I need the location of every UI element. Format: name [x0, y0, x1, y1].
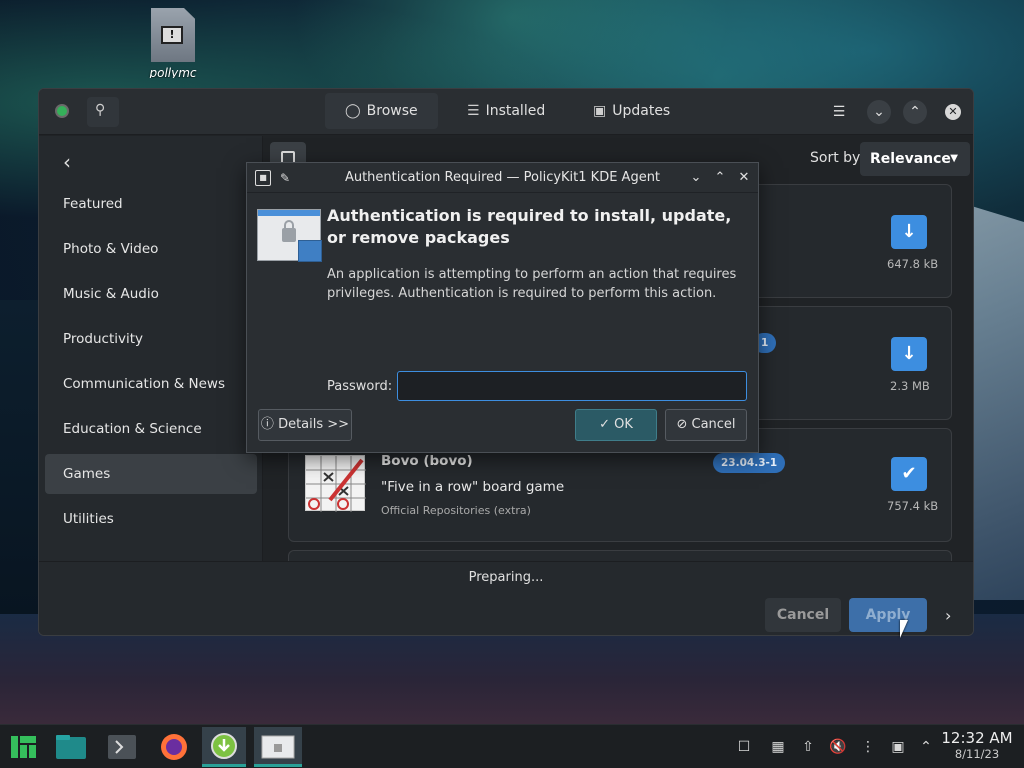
search-icon: ⚲ [95, 102, 106, 118]
dialog-maximize-button[interactable]: ⌃ [710, 168, 730, 188]
back-arrow-icon[interactable]: ‹ [63, 150, 71, 174]
app-launcher-button[interactable] [2, 727, 46, 767]
taskbar-file-manager[interactable] [50, 727, 94, 767]
usb-icon[interactable]: ⋮ [858, 737, 878, 757]
firefox-icon [161, 734, 187, 760]
mouse-cursor [900, 620, 908, 638]
sort-label: Sort by [810, 150, 861, 166]
cancel-button[interactable]: Cancel [765, 598, 841, 632]
sidebar-item-utilities[interactable]: Utilities [45, 499, 257, 539]
globe-icon: ◯ [345, 103, 361, 119]
clock-date: 8/11/23 [954, 747, 1000, 761]
download-arrow-icon: ↓ [901, 343, 917, 364]
sidebar-item-education[interactable]: Education & Science [45, 409, 257, 449]
download-button[interactable]: ↓ [891, 215, 927, 249]
checkmark-icon: ✔ [901, 463, 917, 484]
app-logo-icon [55, 104, 69, 118]
status-text: Preparing... [468, 570, 544, 585]
clipboard-icon[interactable]: ▦ [768, 737, 788, 757]
folder-icon: ▣ [593, 103, 607, 119]
dialog-titlebar: ■ ✎ Authentication Required — PolicyKit1… [247, 163, 758, 193]
sidebar-item-games[interactable]: Games [45, 454, 257, 494]
sort-dropdown[interactable]: Relevance ▼ [860, 142, 970, 176]
dialog-heading: Authentication is required to install, u… [327, 206, 732, 247]
installed-check-button[interactable]: ✔ [891, 457, 927, 491]
download-button[interactable]: ↓ [891, 337, 927, 371]
taskbar-auth-agent[interactable] [254, 727, 302, 767]
progress-footer: Preparing... Cancel Apply › [39, 561, 973, 635]
cancel-icon: ⊘ [676, 417, 688, 432]
minimize-button[interactable]: ⌄ [867, 100, 891, 124]
package-size: 647.8 kB [887, 257, 939, 271]
apply-button[interactable]: Apply [849, 598, 927, 632]
close-button[interactable]: ✕ [945, 104, 961, 120]
dialog-close-button[interactable]: ✕ [734, 168, 754, 188]
list-icon: ☰ [467, 103, 480, 119]
taskbar: ☐ ▦ ⇧ 🔇 ⋮ ▣ ⌃ 12:32 AM 8/11/23 [0, 724, 1024, 768]
network-icon[interactable]: ▣ [888, 737, 908, 757]
chevron-right-icon[interactable]: › [945, 606, 951, 625]
lock-icon [257, 209, 322, 262]
package-size: 2.3 MB [890, 379, 930, 393]
desktop-icon-label: pollymc [149, 66, 197, 78]
chevron-down-icon: ▼ [950, 153, 958, 164]
dialog-cancel-button[interactable]: ⊘ Cancel [665, 409, 747, 441]
sidebar-item-communication[interactable]: Communication & News [45, 364, 257, 404]
checkmark-icon: ✓ [599, 417, 610, 432]
taskbar-discover[interactable] [202, 727, 246, 767]
wallpaper-trees [0, 300, 40, 640]
sidebar-item-music-audio[interactable]: Music & Audio [45, 274, 257, 314]
tab-browse[interactable]: ◯ Browse [325, 93, 438, 129]
file-icon: ! [151, 8, 195, 62]
maximize-button[interactable]: ⌃ [903, 100, 927, 124]
lock-window-icon [261, 735, 295, 759]
ok-button[interactable]: ✓ OK [575, 409, 657, 441]
password-field[interactable] [397, 371, 747, 401]
tray-expand-icon[interactable]: ⌃ [916, 737, 936, 757]
updates-icon[interactable]: ⇧ [798, 737, 818, 757]
package-size: 757.4 kB [887, 499, 939, 513]
dialog-title: Authentication Required — PolicyKit1 KDE… [344, 170, 661, 185]
tab-installed[interactable]: ☰ Installed [447, 93, 565, 129]
show-desktop-icon[interactable]: ☐ [734, 737, 754, 757]
tab-updates[interactable]: ▣ Updates [573, 93, 690, 129]
volume-muted-icon[interactable]: 🔇 [828, 737, 848, 757]
package-description: "Five in a row" board game [381, 479, 565, 495]
manjaro-logo-icon [11, 736, 36, 758]
sidebar-item-productivity[interactable]: Productivity [45, 319, 257, 359]
clock-time: 12:32 AM [941, 729, 1013, 747]
info-icon: ⓘ [260, 417, 274, 432]
taskbar-terminal[interactable] [100, 727, 144, 767]
folder-icon [56, 735, 86, 759]
auth-dialog: ■ ✎ Authentication Required — PolicyKit1… [246, 162, 759, 453]
version-badge: 23.04.3-1 [713, 453, 786, 473]
sidebar-item-photo-video[interactable]: Photo & Video [45, 229, 257, 269]
sidebar-item-featured[interactable]: Featured [45, 184, 257, 224]
app-titlebar: ⚲ ◯ Browse ☰ Installed ▣ Updates ☰ ⌄ ⌃ ✕ [39, 89, 973, 135]
package-repo: Official Repositories (extra) [381, 504, 531, 517]
hamburger-menu-icon[interactable]: ☰ [827, 100, 851, 124]
password-label: Password: [327, 379, 393, 394]
details-button[interactable]: ⓘ Details >> [258, 409, 352, 441]
terminal-icon [108, 735, 136, 759]
search-button[interactable]: ⚲ [87, 97, 119, 127]
dialog-message: An application is attempting to perform … [327, 267, 737, 301]
bovo-app-icon [305, 455, 366, 512]
desktop-icon-pollymc[interactable]: ! pollymc [138, 8, 208, 78]
package-title: Bovo (bovo) [381, 453, 473, 469]
taskbar-firefox[interactable] [152, 727, 196, 767]
download-arrow-icon: ↓ [901, 221, 917, 242]
download-icon [211, 733, 237, 759]
clock[interactable]: 12:32 AM 8/11/23 [940, 729, 1014, 761]
dialog-minimize-button[interactable]: ⌄ [686, 168, 706, 188]
category-sidebar: ‹ Featured Photo & Video Music & Audio P… [39, 136, 263, 561]
